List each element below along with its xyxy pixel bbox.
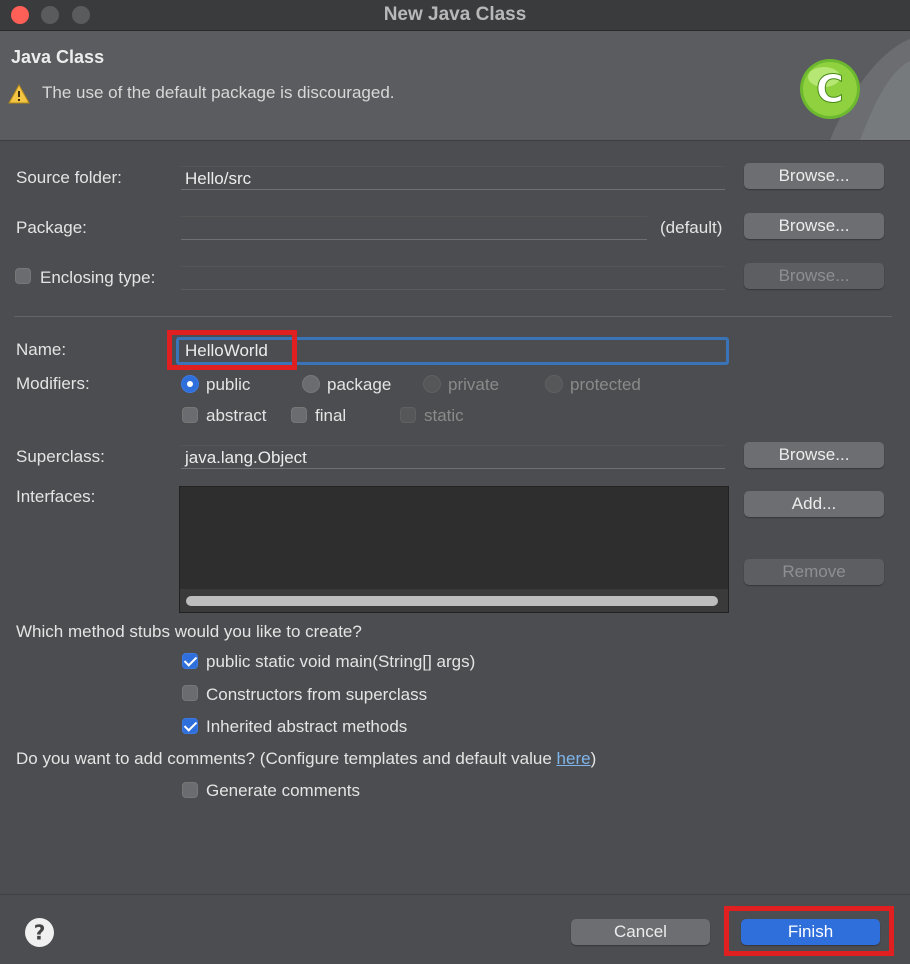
stub-inherited-label: Inherited abstract methods	[206, 717, 408, 736]
interfaces-label: Interfaces:	[16, 487, 96, 506]
static-checkbox	[400, 407, 416, 423]
modifier-package-label: package	[327, 375, 392, 394]
enclosing-type-label: Enclosing type:	[40, 268, 156, 287]
comments-question: Do you want to add comments? (Configure …	[16, 749, 596, 769]
generate-comments-label: Generate comments	[206, 781, 361, 800]
package-label: Package:	[16, 218, 87, 237]
method-stubs-question: Which method stubs would you like to cre…	[16, 622, 362, 641]
modifier-private-label: private	[448, 375, 500, 394]
final-checkbox[interactable]	[291, 407, 307, 423]
modifier-private-radio	[423, 375, 441, 393]
source-folder-browse-button[interactable]: Browse...	[744, 163, 884, 189]
source-folder-input[interactable]: Hello/src	[181, 166, 725, 190]
interfaces-list[interactable]	[179, 486, 729, 613]
warning-triangle-icon	[8, 84, 30, 104]
interfaces-add-button[interactable]: Add...	[744, 491, 884, 517]
java-class-c-icon: C	[800, 39, 910, 140]
superclass-label: Superclass:	[16, 447, 105, 466]
footer-separator	[0, 894, 910, 895]
stub-main-label: public static void main(String[] args)	[206, 652, 476, 671]
wizard-header: Java Class The use of the default packag…	[0, 31, 910, 141]
wizard-page-title: Java Class	[11, 47, 105, 67]
superclass-browse-button[interactable]: Browse...	[744, 442, 884, 468]
svg-text:C: C	[816, 67, 844, 111]
separator	[14, 316, 892, 317]
help-icon[interactable]: ?	[24, 917, 55, 948]
interfaces-scrollbar-thumb[interactable]	[186, 596, 718, 606]
wizard-message: The use of the default package is discou…	[42, 83, 395, 102]
stub-constructors-label: Constructors from superclass	[206, 685, 428, 704]
modifier-protected-label: protected	[570, 375, 641, 394]
cancel-button[interactable]: Cancel	[571, 919, 710, 945]
svg-text:?: ?	[34, 921, 46, 945]
comments-question-text: Do you want to add comments? (Configure …	[16, 749, 557, 768]
modifier-protected-radio	[545, 375, 563, 393]
abstract-label: abstract	[206, 406, 267, 425]
source-folder-label: Source folder:	[16, 168, 122, 187]
package-browse-button[interactable]: Browse...	[744, 213, 884, 239]
stub-main-checkbox[interactable]	[182, 653, 198, 669]
package-default-suffix: (default)	[660, 218, 723, 237]
modifier-package-radio[interactable]	[302, 375, 320, 393]
enclosing-type-checkbox[interactable]	[15, 268, 31, 284]
stub-inherited-checkbox[interactable]	[182, 718, 198, 734]
interfaces-remove-button: Remove	[744, 559, 884, 585]
title-bar: New Java Class	[0, 0, 910, 31]
window-title: New Java Class	[383, 4, 527, 25]
enclosing-type-input	[181, 266, 725, 290]
final-label: final	[315, 406, 347, 425]
finish-highlight-box	[724, 906, 894, 956]
name-label: Name:	[16, 340, 67, 359]
configure-templates-link[interactable]: here	[557, 749, 591, 768]
abstract-checkbox[interactable]	[182, 407, 198, 423]
name-highlight-box	[167, 330, 297, 370]
interfaces-scrollbar-track[interactable]	[180, 589, 728, 612]
modifier-public-radio[interactable]	[181, 375, 199, 393]
stub-constructors-checkbox[interactable]	[182, 685, 198, 701]
superclass-input[interactable]: java.lang.Object	[181, 445, 725, 469]
generate-comments-checkbox[interactable]	[182, 782, 198, 798]
enclosing-type-browse-button: Browse...	[744, 263, 884, 289]
comments-question-suffix: )	[590, 749, 597, 768]
modifiers-label: Modifiers:	[16, 374, 90, 393]
static-label: static	[424, 406, 464, 425]
package-input[interactable]	[181, 216, 647, 240]
modifier-public-label: public	[206, 375, 251, 394]
